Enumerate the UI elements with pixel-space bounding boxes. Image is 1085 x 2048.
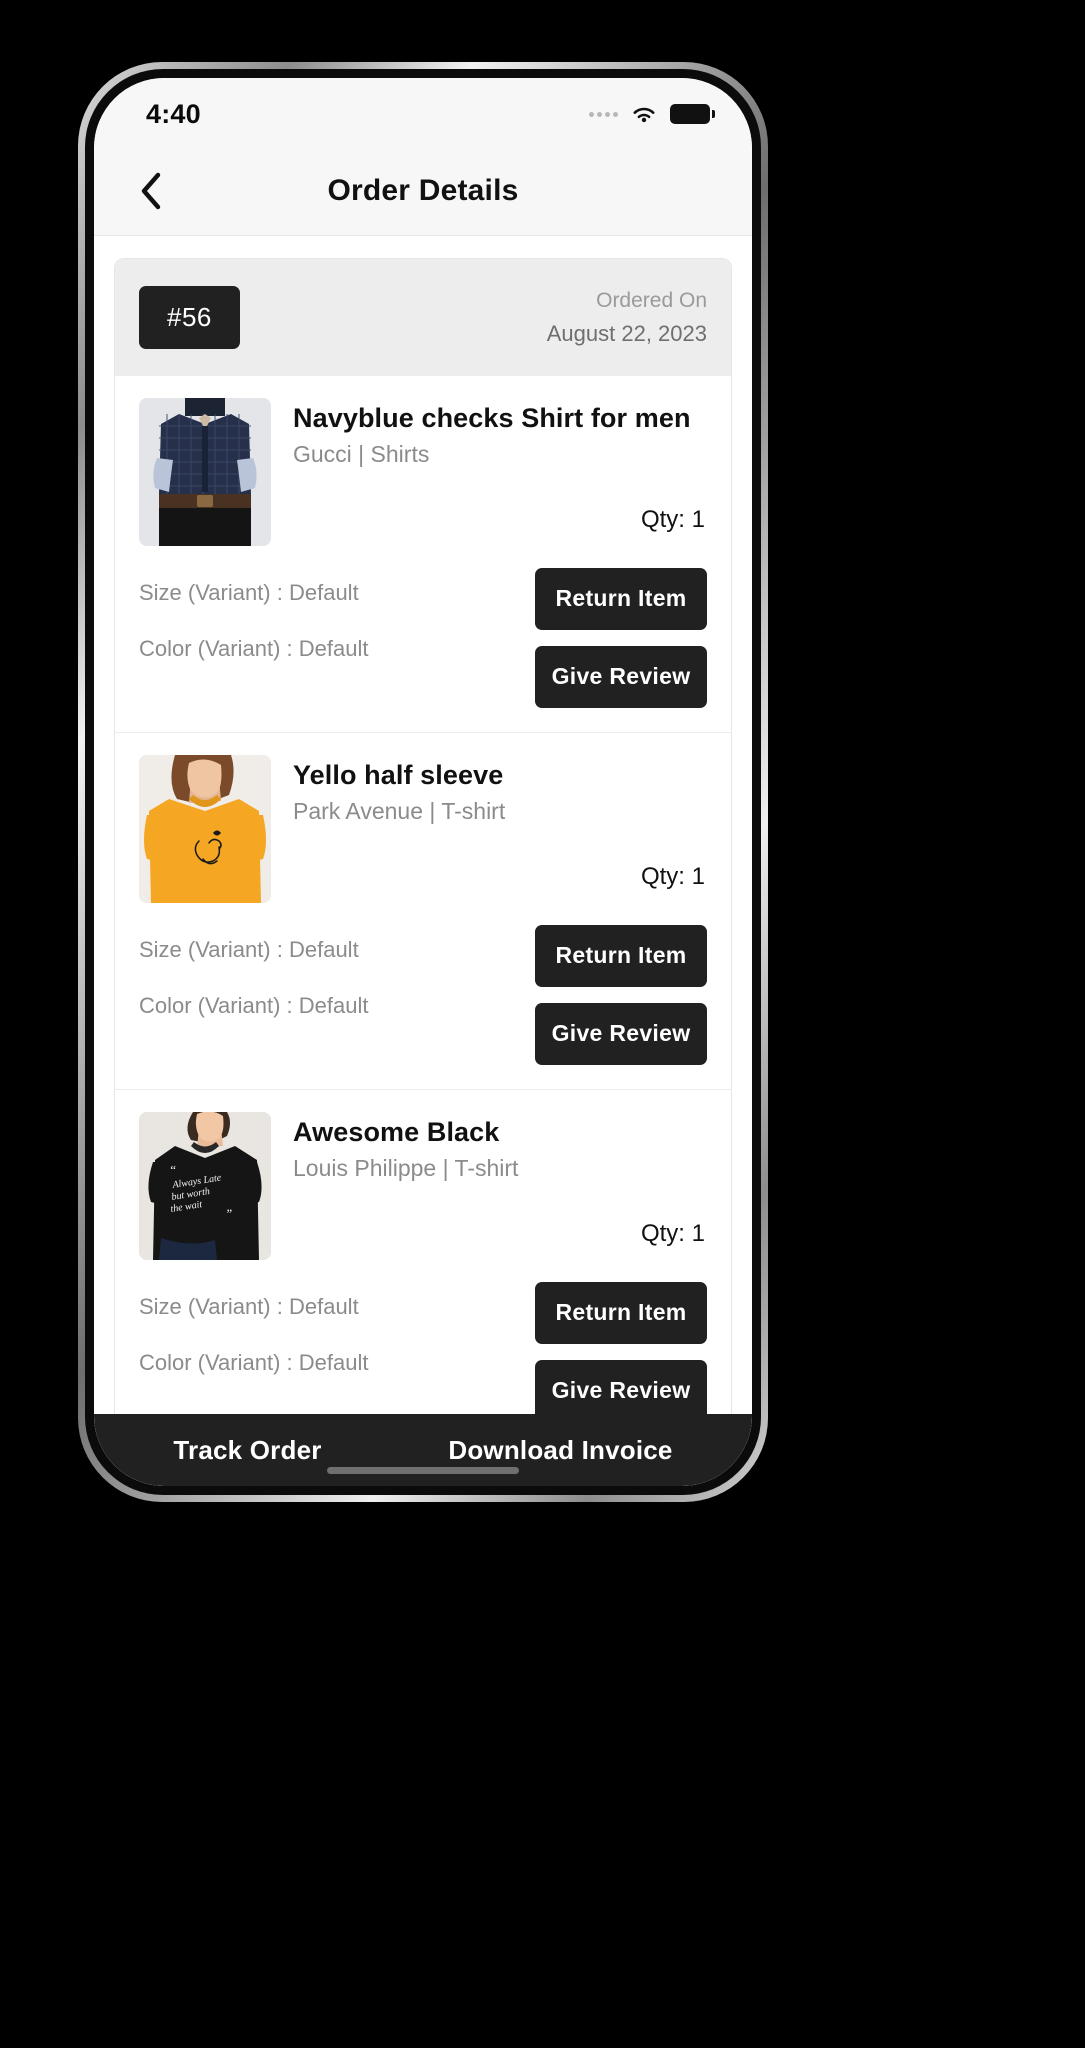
- product-thumbnail[interactable]: Always Late but worth the wait “ ”: [139, 1111, 271, 1260]
- item-actions: Return Item Give Review: [535, 1281, 707, 1414]
- yellow-tshirt-photo: [139, 754, 271, 903]
- item-info: Yello half sleeve Park Avenue | T-shirt …: [293, 755, 707, 903]
- give-review-button[interactable]: Give Review: [535, 1359, 707, 1414]
- chevron-left-icon: [141, 172, 161, 209]
- home-indicator[interactable]: [327, 1467, 519, 1474]
- order-item-row: Navyblue checks Shirt for men Gucci | Sh…: [115, 376, 731, 733]
- product-quantity: Qty: 1: [640, 863, 705, 891]
- item-actions: Return Item Give Review: [535, 567, 707, 708]
- phone-frame: 4:40 Order Details #56 Ordered On August…: [78, 62, 768, 1502]
- item-top: Navyblue checks Shirt for men Gucci | Sh…: [139, 397, 707, 546]
- battery-icon: [670, 104, 715, 124]
- content-area: #56 Ordered On August 22, 2023 Navyblue …: [94, 236, 752, 1486]
- page-title: Order Details: [327, 173, 519, 207]
- order-card: #56 Ordered On August 22, 2023 Navyblue …: [114, 258, 732, 1414]
- product-brand-category: Louis Philippe | T-shirt: [293, 1155, 519, 1182]
- status-icons: [589, 104, 715, 125]
- variant-block: Size (Variant) : Default Color (Variant)…: [139, 1282, 368, 1374]
- order-header: #56 Ordered On August 22, 2023: [115, 259, 731, 376]
- size-variant: Size (Variant) : Default: [139, 936, 359, 962]
- status-time: 4:40: [146, 98, 201, 129]
- item-top: Always Late but worth the wait “ ” Aweso…: [139, 1111, 707, 1260]
- product-title: Awesome Black: [293, 1116, 500, 1147]
- return-item-button[interactable]: Return Item: [535, 1281, 707, 1344]
- order-number-badge: #56: [139, 285, 240, 349]
- item-info: Navyblue checks Shirt for men Gucci | Sh…: [293, 398, 707, 546]
- item-bottom: Size (Variant) : Default Color (Variant)…: [139, 924, 707, 1089]
- product-title: Yello half sleeve: [293, 759, 504, 790]
- svg-text:”: ”: [225, 1206, 232, 1221]
- app-bar: Order Details: [94, 146, 752, 236]
- order-item-row: Always Late but worth the wait “ ” Aweso…: [115, 1090, 731, 1414]
- track-order-button[interactable]: Track Order: [173, 1435, 321, 1466]
- svg-text:“: “: [169, 1162, 176, 1177]
- bottom-action-bar: Track Order Download Invoice: [94, 1414, 752, 1486]
- give-review-button[interactable]: Give Review: [535, 1002, 707, 1065]
- size-variant: Size (Variant) : Default: [139, 1293, 359, 1319]
- status-bar: 4:40: [94, 78, 752, 146]
- color-variant: Color (Variant) : Default: [139, 1349, 369, 1375]
- product-brand-category: Park Avenue | T-shirt: [293, 798, 506, 825]
- download-invoice-button[interactable]: Download Invoice: [448, 1435, 672, 1466]
- order-scroll-area[interactable]: #56 Ordered On August 22, 2023 Navyblue …: [94, 236, 752, 1414]
- back-button[interactable]: [128, 168, 174, 214]
- return-item-button[interactable]: Return Item: [535, 567, 707, 630]
- product-title: Navyblue checks Shirt for men: [293, 402, 691, 433]
- wifi-icon: [633, 107, 655, 122]
- screenshot-stage: 4:40 Order Details #56 Ordered On August…: [0, 0, 1085, 2048]
- color-variant: Color (Variant) : Default: [139, 635, 369, 661]
- color-variant: Color (Variant) : Default: [139, 992, 369, 1018]
- black-tshirt-photo: Always Late but worth the wait “ ”: [139, 1111, 271, 1260]
- variant-block: Size (Variant) : Default Color (Variant)…: [139, 568, 368, 660]
- item-top: Yello half sleeve Park Avenue | T-shirt …: [139, 754, 707, 903]
- product-quantity: Qty: 1: [640, 506, 705, 534]
- ordered-on-label: Ordered On: [596, 289, 707, 312]
- phone-screen: 4:40 Order Details #56 Ordered On August…: [94, 78, 752, 1486]
- ordered-on-date: August 22, 2023: [546, 320, 707, 346]
- give-review-button[interactable]: Give Review: [535, 645, 707, 708]
- product-quantity: Qty: 1: [640, 1220, 705, 1248]
- cellular-dots-icon: [589, 111, 618, 117]
- variant-block: Size (Variant) : Default Color (Variant)…: [139, 925, 368, 1017]
- item-info: Awesome Black Louis Philippe | T-shirt Q…: [293, 1112, 707, 1260]
- size-variant: Size (Variant) : Default: [139, 579, 359, 605]
- item-actions: Return Item Give Review: [535, 924, 707, 1065]
- navy-checked-shirt-photo: [139, 397, 271, 546]
- order-date-block: Ordered On August 22, 2023: [547, 285, 707, 350]
- item-bottom: Size (Variant) : Default Color (Variant)…: [139, 1281, 707, 1414]
- return-item-button[interactable]: Return Item: [535, 924, 707, 987]
- product-thumbnail[interactable]: [139, 397, 271, 546]
- product-brand-category: Gucci | Shirts: [293, 441, 430, 468]
- item-bottom: Size (Variant) : Default Color (Variant)…: [139, 567, 707, 732]
- order-item-row: Yello half sleeve Park Avenue | T-shirt …: [115, 733, 731, 1090]
- phone-bezel: 4:40 Order Details #56 Ordered On August…: [85, 69, 761, 1495]
- product-thumbnail[interactable]: [139, 754, 271, 903]
